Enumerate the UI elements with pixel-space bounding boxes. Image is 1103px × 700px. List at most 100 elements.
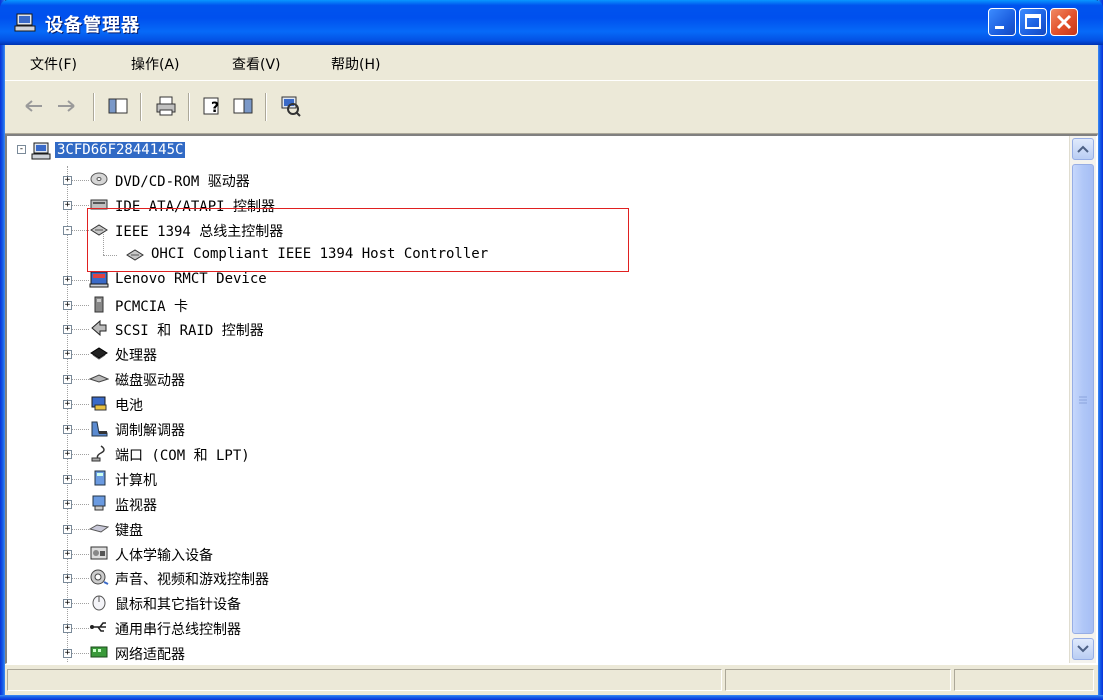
menu-action[interactable]: 操作(A)	[131, 54, 180, 74]
tree-expander[interactable]: +	[63, 599, 72, 608]
tree-category-item[interactable]: 鼠标和其它指针设备	[89, 590, 689, 614]
tree-expander[interactable]: +	[63, 375, 72, 384]
network-adapter-icon	[90, 646, 108, 658]
selected-root-name: 3CFD66F2844145C	[55, 142, 186, 158]
expand-icon: +	[64, 200, 71, 210]
tree-category-item[interactable]: 网络适配器	[89, 640, 689, 663]
tree-category-item[interactable]: PCMCIA 卡	[89, 292, 689, 316]
chevron-down-icon	[1077, 645, 1089, 653]
tree-item-label: 网络适配器	[115, 647, 185, 663]
tree-category-item[interactable]: 处理器	[89, 341, 689, 365]
tree-category-item[interactable]: 声音、视频和游戏控制器	[89, 565, 689, 589]
annotation-highlight-box	[87, 208, 629, 272]
cdrom-icon	[90, 172, 108, 186]
expand-icon: +	[64, 573, 71, 583]
tree-category-item[interactable]: 电池	[89, 391, 689, 415]
computer-icon	[94, 470, 106, 486]
menu-bar: 文件(F) 操作(A) 查看(V) 帮助(H)	[5, 45, 1098, 81]
expand-icon: +	[64, 424, 71, 434]
tree-expander[interactable]: +	[63, 624, 72, 633]
tree-expander[interactable]: +	[63, 400, 72, 409]
print-icon[interactable]	[155, 95, 177, 117]
sound-icon	[90, 569, 109, 585]
title-bar[interactable]: 设备管理器	[0, 0, 1103, 45]
grip-icon	[1079, 396, 1087, 404]
toolbar: ?	[5, 80, 1098, 134]
toolbar-separator	[188, 93, 190, 121]
expand-icon: +	[64, 598, 71, 608]
tree-connector	[67, 166, 68, 663]
tree-expander[interactable]: +	[63, 649, 72, 658]
tree-category-item[interactable]: 通用串行总线控制器	[89, 615, 689, 639]
computer-root-icon	[31, 142, 51, 160]
status-pane-main	[7, 669, 722, 691]
hid-icon	[90, 546, 108, 560]
tree-category-item[interactable]: 端口 (COM 和 LPT)	[89, 441, 689, 465]
expand-icon: +	[64, 648, 71, 658]
tree-expander[interactable]: +	[63, 525, 72, 534]
scrollbar-thumb[interactable]	[1072, 164, 1094, 634]
tree-expander[interactable]: +	[63, 176, 72, 185]
scsi-icon	[91, 319, 107, 337]
tree-expander[interactable]: +	[63, 425, 72, 434]
tree-expander[interactable]: +	[63, 574, 72, 583]
tree-expander[interactable]: +	[63, 325, 72, 334]
usb-icon	[90, 622, 106, 632]
tree-category-item[interactable]: 计算机	[89, 466, 689, 490]
keyboard-icon	[89, 524, 109, 533]
tree-category-item[interactable]: 键盘	[89, 516, 689, 540]
collapse-icon: -	[64, 225, 71, 235]
menu-help[interactable]: 帮助(H)	[331, 54, 380, 74]
monitor-icon	[92, 495, 106, 511]
device-tree[interactable]: - 3CFD66F2844145C + DVD/CD-ROM 驱动器 + IDE AT…	[7, 136, 1069, 663]
tree-category-item[interactable]: 调制解调器	[89, 416, 689, 440]
tree-expander[interactable]: +	[63, 201, 72, 210]
tree-category-item[interactable]: SCSI 和 RAID 控制器	[89, 316, 689, 340]
tree-category-item[interactable]: 监视器	[89, 491, 689, 515]
vertical-scrollbar[interactable]	[1069, 136, 1096, 663]
expand-icon: +	[64, 175, 71, 185]
scroll-down-button[interactable]	[1072, 638, 1094, 660]
maximize-button[interactable]	[1019, 8, 1047, 36]
svg-text:?: ?	[211, 100, 219, 116]
status-pane-tertiary	[954, 669, 1094, 691]
tree-expander-root[interactable]: -	[17, 145, 26, 154]
show-hide-console-tree-icon[interactable]	[107, 95, 129, 117]
back-arrow-icon[interactable]	[23, 95, 45, 117]
device-tree-pane: - 3CFD66F2844145C + DVD/CD-ROM 驱动器 + IDE AT…	[5, 134, 1098, 664]
toolbar-separator	[93, 93, 95, 121]
tree-expander[interactable]: +	[63, 450, 72, 459]
tree-item-label: 人体学输入设备	[115, 548, 213, 564]
tree-expander[interactable]: +	[63, 500, 72, 509]
tree-item-label: 电池	[115, 398, 143, 414]
minimize-button[interactable]	[988, 8, 1016, 36]
mouse-icon	[92, 595, 106, 611]
tree-item-label: 鼠标和其它指针设备	[115, 597, 241, 613]
tree-expander[interactable]: -	[63, 226, 72, 235]
tree-expander[interactable]: +	[63, 301, 72, 310]
forward-arrow-icon[interactable]	[55, 95, 77, 117]
tree-expander[interactable]: +	[63, 550, 72, 559]
toolbar-separator	[140, 93, 142, 121]
lenovo-device-icon	[89, 271, 109, 288]
tree-root-label[interactable]: 3CFD66F2844145C	[55, 142, 186, 158]
tree-category-item[interactable]: DVD/CD-ROM 驱动器	[89, 167, 689, 191]
tree-item-label: DVD/CD-ROM 驱动器	[115, 174, 250, 190]
menu-file[interactable]: 文件(F)	[30, 54, 77, 74]
status-pane-secondary	[725, 669, 951, 691]
tree-category-item[interactable]: 人体学输入设备	[89, 541, 689, 565]
expand-icon: +	[64, 474, 71, 484]
window-frame-bottom	[0, 695, 1103, 700]
tree-expander[interactable]: +	[63, 475, 72, 484]
scan-hardware-icon[interactable]	[279, 95, 301, 117]
help-icon[interactable]: ?	[202, 95, 224, 117]
expand-icon: +	[64, 374, 71, 384]
tree-item-label: 通用串行总线控制器	[115, 622, 241, 638]
scroll-up-button[interactable]	[1072, 138, 1094, 160]
tree-expander[interactable]: +	[63, 350, 72, 359]
tree-expander[interactable]: +	[63, 276, 72, 285]
tree-category-item[interactable]: 磁盘驱动器	[89, 366, 689, 390]
menu-view[interactable]: 查看(V)	[232, 54, 281, 74]
properties-icon[interactable]	[232, 95, 254, 117]
close-button[interactable]	[1050, 8, 1078, 36]
